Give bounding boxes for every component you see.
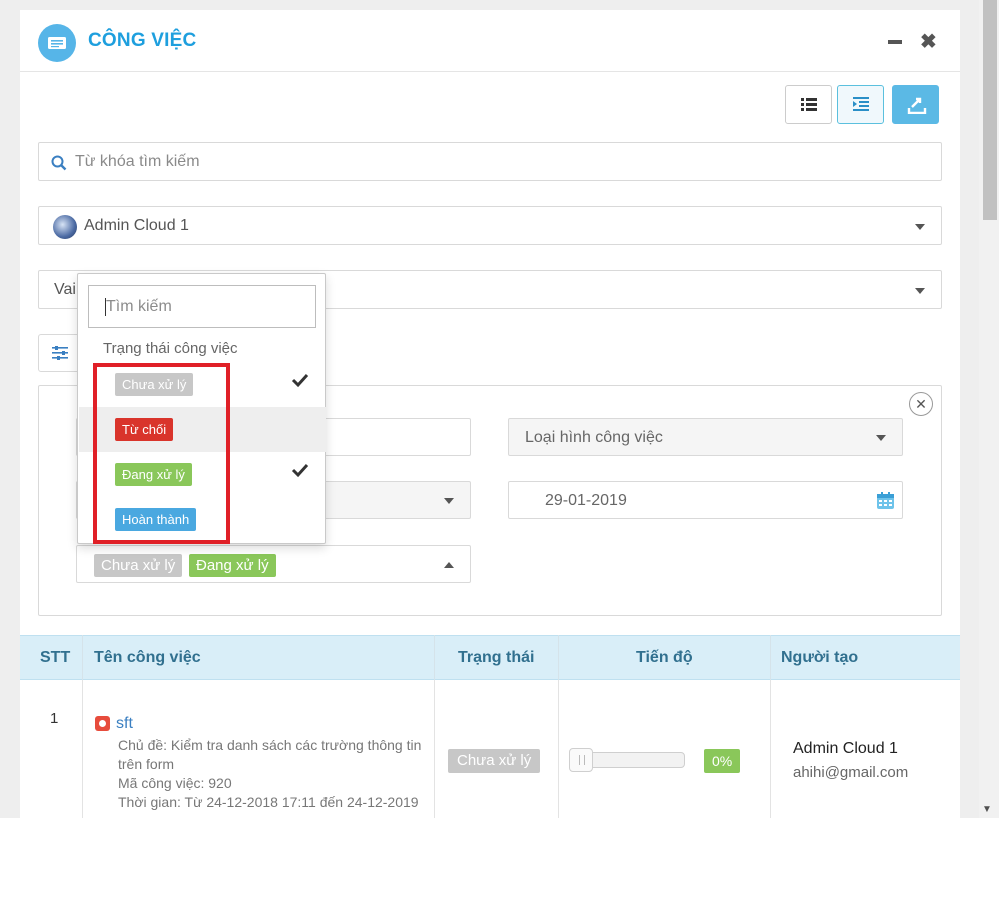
date-value: 29-01-2019 [545, 492, 627, 509]
divider [82, 680, 83, 818]
task-priority-icon [95, 716, 110, 731]
selected-status-tag[interactable]: Đang xử lý [189, 554, 276, 577]
task-list-icon [38, 24, 76, 62]
column-header-stt[interactable]: STT [40, 649, 70, 667]
scroll-down-icon[interactable]: ▼ [982, 804, 992, 815]
chevron-up-icon [444, 562, 454, 568]
task-name-link[interactable]: sft [116, 715, 133, 733]
page-title: CÔNG VIỆC [88, 30, 197, 51]
user-select[interactable]: Admin Cloud 1 [38, 206, 942, 245]
divider [770, 680, 771, 818]
checkmark-icon [291, 463, 309, 478]
role-select-value: Vai [54, 281, 76, 298]
chevron-down-icon [915, 224, 925, 230]
creator-name: Admin Cloud 1 [793, 740, 898, 757]
selected-status-tag[interactable]: Chưa xử lý [94, 554, 183, 577]
column-header-progress[interactable]: Tiến độ [636, 649, 693, 667]
column-header-task-name[interactable]: Tên công việc [94, 649, 201, 667]
column-header-creator[interactable]: Người tạo [781, 649, 858, 667]
dropdown-group-label: Trạng thái công việc [103, 340, 238, 357]
divider [558, 635, 559, 680]
divider [434, 635, 435, 680]
progress-slider-handle[interactable] [569, 748, 593, 772]
search-icon [51, 155, 67, 171]
panel-header: CÔNG VIỆC ✖ [20, 10, 960, 72]
close-icon[interactable]: ✖ [920, 30, 937, 54]
divider [770, 635, 771, 680]
calendar-icon[interactable] [876, 491, 895, 510]
indent-icon [853, 97, 869, 111]
dropdown-search-placeholder: Tìm kiếm [106, 298, 172, 315]
export-button[interactable] [892, 85, 939, 124]
user-select-value: Admin Cloud 1 [84, 217, 189, 234]
dropdown-search-input[interactable]: Tìm kiếm [88, 285, 316, 328]
progress-percent: 0% [704, 749, 741, 773]
task-type-placeholder: Loại hình công việc [525, 429, 663, 446]
scrollbar-thumb[interactable] [983, 0, 997, 220]
task-subject: Chủ đề: Kiểm tra danh sách các trường th… [118, 737, 422, 753]
table-header: STT Tên công việc Trạng thái Tiến độ Ngư… [20, 635, 960, 680]
chevron-down-icon [444, 498, 454, 504]
divider [82, 635, 83, 680]
date-input[interactable]: 29-01-2019 [508, 481, 903, 519]
list-icon [801, 98, 817, 111]
task-time: Thời gian: Từ 24-12-2018 17:11 đến 24-12… [118, 794, 419, 810]
status-multiselect[interactable]: Chưa xử lý Đang xử lý [76, 545, 471, 583]
highlight-box [93, 363, 230, 544]
column-header-status[interactable]: Trạng thái [458, 649, 534, 667]
close-filter-icon[interactable]: ✕ [909, 392, 933, 416]
sliders-icon [52, 346, 68, 360]
divider [434, 680, 435, 818]
row-stt: 1 [50, 710, 59, 727]
checkmark-icon [291, 373, 309, 388]
divider [558, 680, 559, 818]
list-view-button[interactable] [785, 85, 832, 124]
task-type-select[interactable]: Loại hình công việc [508, 418, 903, 456]
export-icon [907, 97, 927, 114]
avatar [53, 215, 77, 239]
task-code: Mã công việc: 920 [118, 775, 232, 791]
status-badge: Chưa xử lý [448, 749, 541, 773]
minimize-icon[interactable] [888, 40, 902, 44]
chevron-down-icon [876, 435, 886, 441]
creator-email: ahihi@gmail.com [793, 764, 909, 781]
bottom-blank-area [0, 818, 999, 902]
filter-toggle-button[interactable] [38, 334, 80, 372]
search-input[interactable]: Từ khóa tìm kiếm [38, 142, 942, 181]
search-placeholder: Từ khóa tìm kiếm [75, 153, 200, 170]
chevron-down-icon [915, 288, 925, 294]
task-subject-cont: trên form [118, 756, 175, 772]
indent-view-button[interactable] [837, 85, 884, 124]
